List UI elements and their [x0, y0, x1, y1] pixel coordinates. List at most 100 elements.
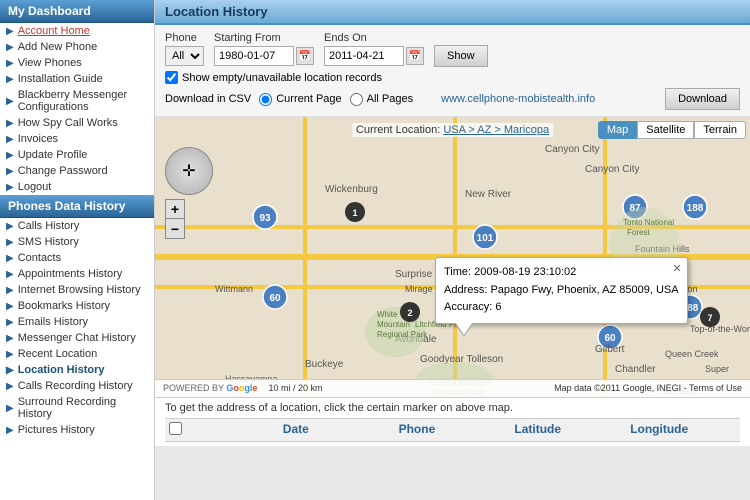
download-csv-label: Download in CSV	[165, 93, 251, 105]
sidebar-item-emails[interactable]: ▶ Emails History	[0, 314, 154, 330]
sidebar-item-appointments[interactable]: ▶ Appointments History	[0, 266, 154, 282]
sidebar-item-label: Surround Recording History	[18, 396, 148, 420]
table-col-longitude[interactable]: Longitude	[624, 419, 740, 441]
table-col-check	[165, 419, 277, 441]
sidebar-item-label: Bookmarks History	[18, 300, 110, 312]
sidebar-item-pictures-history[interactable]: ▶ Pictures History	[0, 422, 154, 438]
sidebar-item-add-phone[interactable]: ▶ Add New Phone	[0, 39, 154, 55]
tab-terrain[interactable]: Terrain	[694, 121, 746, 139]
arrow-icon: ▶	[6, 118, 14, 129]
svg-text:Regional Park: Regional Park	[377, 330, 428, 339]
arrow-icon: ▶	[6, 221, 14, 232]
sidebar-item-internet-browsing[interactable]: ▶ Internet Browsing History	[0, 282, 154, 298]
sidebar-item-messenger-chat[interactable]: ▶ Messenger Chat History	[0, 330, 154, 346]
map-navigation: ✛ + −	[165, 147, 213, 239]
calendar-icon-start[interactable]: 📅	[296, 47, 314, 65]
svg-text:Forest: Forest	[627, 228, 650, 237]
arrow-icon: ▶	[6, 182, 14, 193]
table-col-date[interactable]: Date	[277, 419, 393, 441]
sidebar-item-logout[interactable]: ▶ Logout	[0, 179, 154, 195]
controls-panel: Phone All Starting From 📅 Ends On	[155, 25, 750, 117]
account-home-link[interactable]: Account Home	[18, 25, 90, 37]
arrow-icon: ▶	[6, 253, 14, 264]
all-pages-radio[interactable]	[350, 93, 363, 106]
svg-text:Mirage: Mirage	[405, 284, 433, 294]
svg-text:101: 101	[477, 233, 494, 244]
sidebar-item-label: Logout	[18, 181, 52, 193]
sidebar-item-label: Update Profile	[18, 149, 88, 161]
sidebar-item-bookmarks[interactable]: ▶ Bookmarks History	[0, 298, 154, 314]
svg-text:Surprise: Surprise	[395, 269, 433, 280]
svg-text:Super: Super	[705, 364, 729, 374]
map-container: 93 60 101 87 188 188 60 Wickenburg Wittm…	[155, 117, 750, 397]
sidebar-item-contacts[interactable]: ▶ Contacts	[0, 250, 154, 266]
arrow-icon: ▶	[6, 285, 14, 296]
arrow-icon: ▶	[6, 150, 14, 161]
svg-text:New River: New River	[465, 189, 512, 200]
sidebar-item-location-history[interactable]: ▶ Location History	[0, 362, 154, 378]
tab-satellite[interactable]: Satellite	[637, 121, 694, 139]
tab-map[interactable]: Map	[598, 121, 637, 139]
zoom-out-button[interactable]: −	[165, 219, 185, 239]
calendar-icon-end[interactable]: 📅	[406, 47, 424, 65]
zoom-in-button[interactable]: +	[165, 199, 185, 219]
sidebar-item-label: Pictures History	[18, 424, 95, 436]
arrow-icon: ▶	[6, 317, 14, 328]
svg-text:Gilbert: Gilbert	[595, 344, 625, 355]
sidebar-item-label: Appointments History	[18, 268, 123, 280]
sidebar-item-installation-guide[interactable]: ▶ Installation Guide	[0, 71, 154, 87]
sidebar-item-view-phones[interactable]: ▶ View Phones	[0, 55, 154, 71]
show-empty-label: Show empty/unavailable location records	[182, 72, 382, 84]
phone-select[interactable]: All	[165, 46, 204, 66]
all-pages-radio-group: All Pages	[350, 93, 413, 106]
sidebar-item-label: SMS History	[18, 236, 79, 248]
svg-text:93: 93	[259, 213, 271, 224]
pan-control[interactable]: ✛	[165, 147, 213, 195]
starting-from-label: Starting From	[214, 32, 314, 44]
table-col-latitude[interactable]: Latitude	[508, 419, 624, 441]
arrow-icon: ▶	[6, 237, 14, 248]
sidebar-item-surround-recording[interactable]: ▶ Surround Recording History	[0, 394, 154, 422]
popup-close-button[interactable]: ✕	[672, 261, 681, 279]
sidebar-item-change-password[interactable]: ▶ Change Password	[0, 163, 154, 179]
sidebar-item-label: Emails History	[18, 316, 88, 328]
starting-from-input[interactable]	[214, 46, 294, 66]
sidebar-item-label: Calls Recording History	[18, 380, 133, 392]
csv-row: Download in CSV Current Page All Pages w…	[165, 88, 740, 110]
select-all-checkbox[interactable]	[169, 422, 182, 435]
svg-text:Wickenburg: Wickenburg	[325, 184, 378, 195]
sidebar-item-blackberry[interactable]: ▶ Blackberry Messenger Configurations	[0, 87, 154, 115]
download-button[interactable]: Download	[665, 88, 740, 110]
sidebar-item-label: Blackberry Messenger Configurations	[18, 89, 148, 113]
map-bottom-bar: POWERED BY Google 10 mi / 20 km Map data…	[155, 379, 750, 397]
sidebar-item-sms-history[interactable]: ▶ SMS History	[0, 234, 154, 250]
arrow-icon: ▶	[6, 425, 14, 436]
map-scale: 10 mi / 20 km	[269, 383, 323, 393]
breadcrumb-link[interactable]: USA > AZ > Maricopa	[443, 124, 549, 136]
show-button[interactable]: Show	[434, 45, 488, 67]
sidebar-item-calls-recording[interactable]: ▶ Calls Recording History	[0, 378, 154, 394]
sidebar-item-label: Messenger Chat History	[18, 332, 136, 344]
svg-text:Wittmann: Wittmann	[215, 284, 253, 294]
current-page-radio[interactable]	[259, 93, 272, 106]
arrow-icon: ▶	[6, 349, 14, 360]
sidebar-item-spy-call[interactable]: ▶ How Spy Call Works	[0, 115, 154, 131]
popup-address: Address: Papago Fwy, Phoenix, AZ 85009, …	[444, 282, 679, 300]
svg-text:Top-of-the-World: Top-of-the-World	[690, 324, 750, 334]
sidebar-item-account-home[interactable]: ▶ Account Home	[0, 23, 154, 39]
sidebar-item-label: Internet Browsing History	[18, 284, 141, 296]
show-empty-checkbox[interactable]	[165, 71, 178, 84]
ends-on-input[interactable]	[324, 46, 404, 66]
table-col-phone[interactable]: Phone	[393, 419, 509, 441]
sidebar-item-recent-location[interactable]: ▶ Recent Location	[0, 346, 154, 362]
arrow-icon: ▶	[6, 269, 14, 280]
sidebar-item-label: Contacts	[18, 252, 61, 264]
all-pages-label: All Pages	[367, 93, 413, 105]
ends-on-label: Ends On	[324, 32, 424, 44]
sidebar-item-update-profile[interactable]: ▶ Update Profile	[0, 147, 154, 163]
sidebar-item-calls-history[interactable]: ▶ Calls History	[0, 218, 154, 234]
svg-text:60: 60	[269, 293, 281, 304]
sidebar-item-label: Location History	[18, 364, 105, 376]
current-page-label: Current Page	[276, 93, 341, 105]
sidebar-item-invoices[interactable]: ▶ Invoices	[0, 131, 154, 147]
